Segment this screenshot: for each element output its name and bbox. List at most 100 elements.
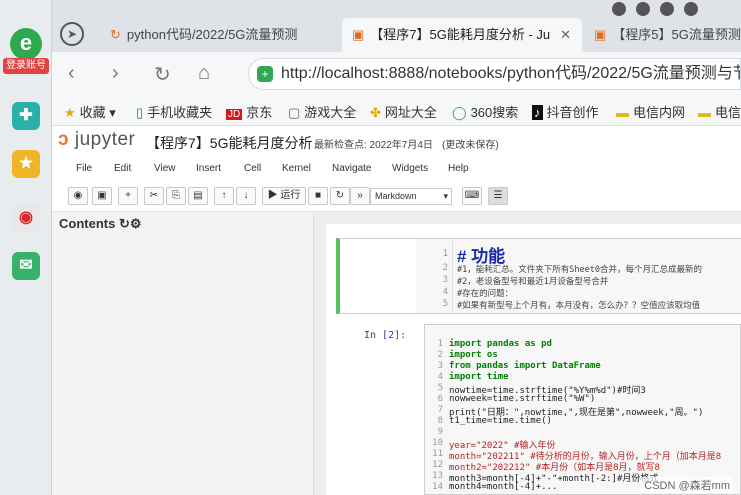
gear-icon[interactable]: ⚙ bbox=[130, 216, 142, 231]
add-cell-icon[interactable]: + bbox=[118, 187, 138, 205]
notebook-page: 1 2 3 4 5 # 功能 #1，能耗汇总。文件夹下所有Sheet0合并，每个… bbox=[326, 224, 741, 495]
code-editor[interactable]: 1 2 3 4 5 6 7 8 9 10 11 12 13 14 import … bbox=[424, 324, 741, 495]
menu-cell[interactable]: Cell bbox=[244, 163, 261, 174]
bookmark-games[interactable]: ▢ 游戏大全 bbox=[288, 102, 356, 121]
save-icon[interactable]: ▣ bbox=[92, 187, 112, 205]
stop-icon[interactable]: ■ bbox=[308, 187, 328, 205]
menu-navigate[interactable]: Navigate bbox=[332, 163, 371, 174]
home-icon[interactable]: ⌂ bbox=[198, 62, 210, 85]
notebook-name[interactable]: 【程序7】5G能耗月度分析 bbox=[146, 133, 312, 153]
menu-kernel[interactable]: Kernel bbox=[282, 163, 311, 174]
code-line: import time bbox=[449, 372, 509, 382]
jupyter-tab-icon: ▣ bbox=[594, 27, 607, 42]
code-line: month4=month[-4]+... bbox=[449, 482, 558, 492]
markdown-line: #2，老设备型号和最近1月设备型号合并 bbox=[457, 277, 609, 287]
folder-icon: ▬ bbox=[616, 105, 629, 120]
bookmark-sites[interactable]: ✤ 网址大全 bbox=[370, 102, 437, 121]
cut-icon[interactable]: ✂ bbox=[144, 187, 164, 205]
phone-icon: ▯ bbox=[136, 105, 144, 120]
cell-type-select[interactable]: Markdown ▾ bbox=[370, 188, 452, 205]
menu-help[interactable]: Help bbox=[448, 163, 469, 174]
tab-label: 【程序7】5G能耗月度分析 - Ju bbox=[370, 27, 551, 42]
browser-logo-icon[interactable]: e bbox=[10, 28, 42, 60]
tab-program7[interactable]: ▣ 【程序7】5G能耗月度分析 - Ju ✕ bbox=[342, 18, 582, 52]
code-line: nowweek=time.strftime("%W") bbox=[449, 394, 596, 404]
bookmark-telecom[interactable]: ▬ 电信 bbox=[698, 102, 741, 121]
tab-label: python代码/2022/5G流量预测 bbox=[126, 27, 298, 42]
url-text: http://localhost:8888/notebooks/python代码… bbox=[281, 65, 741, 82]
window-button[interactable] bbox=[636, 2, 650, 16]
menu-file[interactable]: File bbox=[76, 163, 92, 174]
back-icon[interactable]: ‹ bbox=[68, 62, 75, 85]
command-palette-icon[interactable]: ◉ bbox=[68, 187, 88, 205]
markdown-editor[interactable]: # 功能 #1，能耗汇总。文件夹下所有Sheet0合并，每个月汇总成最新的 #2… bbox=[452, 239, 741, 313]
forward-icon[interactable]: › bbox=[112, 62, 119, 85]
run-icon: ▶ bbox=[267, 190, 278, 201]
menu-view[interactable]: View bbox=[154, 163, 176, 174]
code-line: from pandas import DataFrame bbox=[449, 361, 601, 371]
markdown-cell[interactable]: 1 2 3 4 5 # 功能 #1，能耗汇总。文件夹下所有Sheet0合并，每个… bbox=[336, 238, 741, 314]
bookmark-favorites[interactable]: ★ 收藏 ▾ bbox=[64, 102, 116, 121]
bookmark-360search[interactable]: ◯ 360搜索 bbox=[452, 102, 518, 121]
toc-toggle-icon[interactable]: ☰ bbox=[488, 187, 508, 205]
star-icon: ★ bbox=[64, 105, 76, 120]
window-button[interactable] bbox=[660, 2, 674, 16]
tab-program5[interactable]: ▣ 【程序5】5G流量预测与 bbox=[584, 18, 741, 52]
bookmark-telecom-intranet[interactable]: ▬ 电信内网 bbox=[616, 102, 685, 121]
code-line: import pandas as pd bbox=[449, 339, 552, 349]
jupyter-toolbar: ◉ ▣ + ✂ ⎘ ▤ ↑ ↓ ▶ 运行 ■ ↻ » Markdown ▾ ⌨ ☰ bbox=[52, 182, 741, 212]
close-tab-icon[interactable]: ✕ bbox=[560, 27, 571, 42]
move-down-icon[interactable]: ↓ bbox=[236, 187, 256, 205]
copy-icon[interactable]: ⎘ bbox=[166, 187, 186, 205]
bookmark-douyin[interactable]: ♪ 抖音创作 bbox=[532, 102, 599, 121]
run-button[interactable]: ▶ 运行 bbox=[262, 187, 306, 205]
menu-insert[interactable]: Insert bbox=[196, 163, 221, 174]
secure-shield-icon: + bbox=[257, 66, 273, 82]
input-prompt: In [2]: bbox=[364, 330, 407, 341]
jupyter-logo[interactable]: ↄ jupyter bbox=[58, 129, 135, 151]
mail-icon[interactable]: ✉ bbox=[12, 252, 40, 280]
jupyter-tab-icon: ▣ bbox=[352, 27, 365, 42]
chevron-down-icon: ▾ bbox=[443, 191, 448, 201]
refresh-icon[interactable]: ↻ bbox=[119, 216, 130, 231]
address-bar-row: ‹ › ↻ ⌂ + http://localhost:8888/notebook… bbox=[52, 52, 741, 96]
bookmark-jd[interactable]: JD 京东 bbox=[226, 102, 272, 121]
douyin-icon: ♪ bbox=[532, 105, 543, 120]
toc-title: Contents ↻⚙ bbox=[59, 216, 142, 231]
jupyter-header: ↄ jupyter 【程序7】5G能耗月度分析 最新检查点: 2022年7月4日… bbox=[52, 126, 741, 158]
menu-widgets[interactable]: Widgets bbox=[392, 163, 428, 174]
jd-icon: JD bbox=[226, 109, 243, 120]
window-button[interactable] bbox=[684, 2, 698, 16]
code-cell[interactable]: In [2]: 1 2 3 4 5 6 7 8 9 10 11 12 13 14… bbox=[336, 324, 741, 495]
browser-sidebar: e 登录账号 ✚ ★ ◉ ✉ bbox=[0, 0, 52, 495]
restart-run-all-icon[interactable]: » bbox=[350, 187, 370, 205]
unsaved-status: (更改未保存) bbox=[442, 140, 499, 151]
paste-icon[interactable]: ▤ bbox=[188, 187, 208, 205]
weibo-icon[interactable]: ◉ bbox=[12, 204, 40, 232]
reload-icon[interactable]: ↻ bbox=[154, 62, 171, 87]
jupyter-menu-bar: File Edit View Insert Cell Kernel Naviga… bbox=[52, 158, 741, 182]
bookmarks-bar: ★ 收藏 ▾ ▯ 手机收藏夹 JD 京东 ▢ 游戏大全 ✤ 网址大全 ◯ 360搜索 ♪ 抖音… bbox=[52, 96, 741, 126]
restart-icon[interactable]: ↻ bbox=[330, 187, 350, 205]
toc-panel: Contents ↻⚙ bbox=[52, 212, 314, 495]
watermark: CSDN @森若mm bbox=[641, 477, 733, 493]
login-button[interactable]: 登录账号 bbox=[3, 58, 49, 74]
keyboard-icon[interactable]: ⌨ bbox=[462, 187, 482, 205]
tab-strip: ➤ ↻ python代码/2022/5G流量预测 ▣ 【程序7】5G能耗月度分析 -… bbox=[52, 0, 741, 52]
bookmark-mobile[interactable]: ▯ 手机收藏夹 bbox=[136, 102, 212, 121]
code-line: t1_time=time.time() bbox=[449, 416, 552, 426]
menu-edit[interactable]: Edit bbox=[114, 163, 131, 174]
folder-icon: ▬ bbox=[698, 105, 711, 120]
markdown-line: #1，能耗汇总。文件夹下所有Sheet0合并，每个月汇总成最新的 bbox=[457, 265, 702, 275]
favorites-star-icon[interactable]: ★ bbox=[12, 150, 40, 178]
globe-icon: ✤ bbox=[370, 105, 381, 120]
move-up-icon[interactable]: ↑ bbox=[214, 187, 234, 205]
code-line: import os bbox=[449, 350, 498, 360]
navigation-compass-icon[interactable]: ➤ bbox=[60, 22, 84, 46]
search-icon: ◯ bbox=[452, 105, 467, 120]
tab-python-code[interactable]: ↻ python代码/2022/5G流量预测 bbox=[100, 18, 328, 52]
transfer-icon[interactable]: ✚ bbox=[12, 102, 40, 130]
url-input[interactable]: + http://localhost:8888/notebooks/python… bbox=[248, 58, 741, 90]
notebook-body: Contents ↻⚙ 1 2 3 4 5 # 功能 #1，能耗汇总。文件夹下所… bbox=[52, 212, 741, 495]
window-button[interactable] bbox=[612, 2, 626, 16]
